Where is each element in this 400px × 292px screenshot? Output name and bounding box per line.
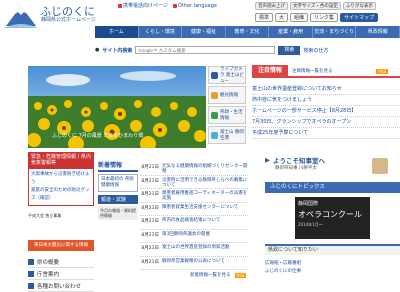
region-header: 県政について知りたい [265, 244, 400, 255]
arrow-icon: ▶ [265, 156, 270, 164]
news-row[interactable]: 8月21日 災害時に活用できる静岡県しらべの募集について [140, 176, 248, 189]
opera-banner[interactable]: 静岡国際 オペラコンクール 2014年1月～ [295, 197, 370, 239]
emergency-box: 緊急・危機管理情報 / 県内気象警報等 大雨事故から災害防ぎ続けよう 家庭の安全… [28, 152, 94, 206]
list-item[interactable]: 熱中症に気をつけましょう [252, 95, 400, 106]
links-link[interactable]: リンク集 [310, 13, 339, 22]
list-item[interactable]: 平成25年度予算について [252, 128, 400, 139]
rss-icon[interactable]: RSS [376, 68, 388, 74]
org-link[interactable]: 組織 [290, 13, 309, 22]
attention-more-link[interactable]: 注目情報一覧を見る [292, 68, 333, 74]
list-item[interactable]: 大雨事故から災害防ぎ続けよう [31, 171, 91, 187]
mount-fuji-logo-icon [4, 2, 38, 28]
search-row: ● サイト内検索 検索 検索の仕方 [95, 44, 400, 56]
news-more-link[interactable]: 新着情報一覧を見る [190, 272, 231, 278]
small-badge[interactable]: 平成大会 独立事業 [28, 213, 94, 218]
news-row[interactable]: 8月21日 県内の食品検査結果について [140, 216, 248, 230]
news-row[interactable]: 8月21日 障害者就業生活支援センターについて [140, 203, 248, 216]
text-size-button[interactable]: 文字サイズ・色の設定 [290, 2, 341, 10]
opera-dates: 2014年1月～ [298, 222, 323, 227]
side-buttons: ライブカメラ 富士山ビュー 観光情報 県政・生活 情報 富士山 静岡空港 [208, 66, 246, 146]
utility-links: 標準 大 組織 リンク集 サイトマップ [255, 13, 379, 22]
square-icon [28, 270, 34, 277]
press-label[interactable]: 報道・試験 [98, 195, 138, 204]
attention-panel: 注目情報 注目情報一覧を見る RSS 富士山の世界遺産登録についてお知らせ 熱中… [252, 65, 400, 139]
phone-icon [118, 3, 122, 8]
opera-line1: 静岡国際 [298, 201, 319, 207]
news-list: 8月21日 元気なる健康情報の組織づくりセンター開催 8月21日 災害時に活用できる… [140, 162, 248, 270]
governor-avatar[interactable] [372, 158, 388, 174]
news-title: 新着情報 [98, 160, 138, 172]
rss-icon[interactable]: RSS [234, 272, 247, 278]
topics-header: ふじのくにトピックス [265, 182, 400, 193]
left-nav-item[interactable]: 県の概要 [28, 256, 94, 268]
left-nav-item[interactable]: 庁舎案内 [28, 268, 94, 280]
search-button[interactable]: 検索 [278, 45, 301, 55]
tourism-button[interactable]: 観光情報 [208, 86, 246, 104]
search-help-link[interactable]: 検索の仕方 [303, 47, 328, 54]
news-row[interactable]: 8月21日 静岡県営業戦略の公表について [140, 257, 248, 270]
emergency-title[interactable]: 緊急・危機管理情報 / 県内気象警報等 [28, 152, 94, 168]
nav-exchange[interactable]: 交流・まちづくり [313, 26, 357, 38]
news-footer: 新着情報一覧を見る RSS [190, 272, 247, 278]
mobile-link[interactable]: 携帯電話向けページ [118, 2, 168, 9]
nav-education[interactable]: 教育・文化 [226, 26, 270, 38]
text-size-standard[interactable]: 標準 [255, 13, 274, 22]
globe-icon [172, 3, 177, 8]
language-link[interactable]: Other language [172, 2, 217, 9]
region-list: 広報紙・広聴番組 ふじのくにの仕事 [265, 260, 400, 276]
list-item[interactable]: ホームページの一部サービス停止【8月28日】 [252, 106, 400, 117]
camera-icon [211, 71, 218, 79]
top-links: 携帯電話向けページ Other language [118, 2, 217, 9]
site-subtitle: 静岡県公式ホームページ [41, 17, 96, 23]
life-icon [211, 111, 218, 119]
emergency-body: 大雨事故から災害防ぎ続けよう 家庭の安全のための防災グッズ（確認） [28, 168, 94, 206]
furigana-button[interactable]: ふりがな表示 [342, 2, 376, 10]
nav-living[interactable]: くらし・環境 [139, 26, 183, 38]
opera-line2: オペラコンクール [298, 210, 362, 219]
text-size-large[interactable]: 大 [275, 13, 289, 22]
attention-header: 注目情報 注目情報一覧を見る RSS [252, 65, 400, 78]
nav-home[interactable]: ホーム [95, 26, 139, 38]
news-row[interactable]: 8月21日 第3回静岡県議会の開催 [140, 230, 248, 243]
life-info-button[interactable]: 県政・生活 情報 [208, 106, 246, 124]
nav-govt[interactable]: 県政情報 [356, 26, 400, 38]
airplane-icon [211, 131, 218, 139]
news-side: 日本最初の 県民健康情報 報道・試験 今月の報道・資料提供情報 [98, 174, 138, 220]
square-icon [28, 282, 34, 289]
speech-button[interactable]: 音声読み上げ [255, 2, 288, 10]
earthquake-info-button[interactable]: 東日本大震災に関する情報 [28, 240, 94, 251]
list-item[interactable]: 7月30日、グランシップでオペラのオープン [252, 117, 400, 128]
news-row[interactable]: 8月21日 富士山の世界遺産登録の周知活動 [140, 243, 248, 257]
press-info[interactable]: 今月の報道・資料提供情報 [98, 206, 138, 220]
left-nav-item[interactable]: 各種お問い合わせ [28, 280, 94, 292]
live-camera-button[interactable]: ライブカメラ 富士山ビュー [208, 66, 246, 84]
list-item[interactable]: 家庭の安全のための防災グッズ（確認） [31, 187, 91, 203]
list-item[interactable]: 広報紙・広聴番組 [265, 260, 400, 268]
news-row[interactable]: 8月21日 障害者雇用推進コーディネーターの派遣を実施 [140, 189, 248, 203]
left-nav: 県の概要 庁舎案内 各種お問い合わせ [28, 256, 94, 292]
search-label: サイト内検索 [102, 47, 133, 54]
news-row[interactable]: 8月21日 元気なる健康情報の組織づくりセンター開催 [140, 162, 248, 176]
attention-list: 富士山の世界遺産登録についてお知らせ 熱中症に気をつけましょう ホームページの一… [252, 84, 400, 139]
accessibility-bar: 音声読み上げ 文字サイズ・色の設定 ふりがな表示 [255, 2, 376, 10]
search-icon: ● [95, 47, 100, 53]
health-info-box[interactable]: 日本最初の 県民健康情報 [98, 174, 138, 192]
airport-button[interactable]: 富士山 静岡空港 [208, 126, 246, 144]
search-input[interactable] [135, 46, 276, 54]
list-item[interactable]: ふじのくにの仕事 [265, 268, 400, 276]
nav-industry[interactable]: 産業・雇用 [269, 26, 313, 38]
square-icon [28, 258, 34, 265]
attention-title: 注目情報 [252, 65, 289, 77]
main-nav: ホーム くらし・環境 健康・福祉 教育・文化 産業・雇用 交流・まちづくり 県政… [95, 26, 400, 38]
hero-caption: ふじのくに 7月の風景 たまのひまわり畑 [52, 133, 144, 139]
tourism-icon [211, 91, 218, 99]
nav-health[interactable]: 健康・福祉 [182, 26, 226, 38]
list-item[interactable]: 富士山の世界遺産登録についてお知らせ [252, 84, 400, 95]
sitemap-link[interactable]: サイトマップ [340, 13, 379, 22]
